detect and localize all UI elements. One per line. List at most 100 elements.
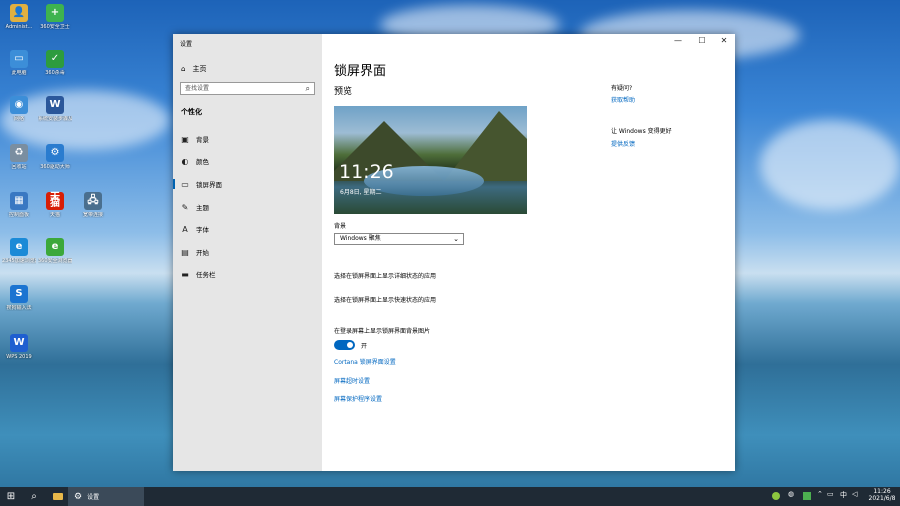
desktop-icon[interactable]: ✓ 360杀毒 [38,50,72,76]
sidebar-item-lockscreen[interactable]: ▭ 锁屏界面 [173,176,322,192]
security-tray-icon[interactable] [803,492,811,500]
background-label: 背景 [334,223,347,230]
show-bg-toggle[interactable] [334,340,355,350]
home-label: 主页 [192,65,207,73]
desktop-icon[interactable]: W 系统安装步骤及 须.docx [38,96,72,122]
start-menu-icon: ▤ [181,247,189,257]
search-input[interactable]: 查找设置 ⌕ [180,82,315,95]
background-select[interactable]: Windows 聚焦 ⌄ [334,233,464,245]
cloud [760,120,900,210]
desktop-icon-label: 控制面板 [8,212,29,218]
desktop-icon[interactable]: 🖧 宽带连接 [76,192,110,218]
app-icon: ⚙ [46,144,64,162]
get-help-link[interactable]: 获取帮助 [611,95,635,104]
taskbar-app-settings[interactable]: ⚙ 设置 [68,487,144,506]
desktop-icon-label: 2345加速浏览器 [2,258,36,264]
sidebar-home[interactable]: ⌂ 主页 [181,64,206,74]
file-explorer-icon[interactable] [48,487,68,506]
desktop-icon[interactable]: ▭ 此电脑 [2,50,36,76]
detail-status-link[interactable]: 选择在锁屏界面上显示详细状态的应用 [334,271,436,280]
taskbar: ⊞ ⌕ ⚙ 设置 ◍ ⌃ ▭ 中 ◁ 11:26 2021/6/8 [0,487,900,506]
chevron-up-icon[interactable]: ⌃ [817,490,823,498]
sidebar-item-label: 颜色 [196,158,209,166]
screen-timeout-link[interactable]: 屏幕超时设置 [334,376,370,385]
toggle-knob [347,342,353,348]
maximize-button[interactable]: ☐ [690,34,714,48]
desktop-icon[interactable]: 天猫 天猫 [38,192,72,218]
sidebar-item-themes[interactable]: ✎ 主题 [173,199,322,215]
background-value: Windows 聚焦 [340,235,381,242]
app-icon: e [10,238,28,256]
sidebar-item-fonts[interactable]: A 字体 [173,221,322,237]
minimize-button[interactable]: — [666,34,690,48]
desktop-icon[interactable]: W WPS 2019 [2,334,36,360]
desktop-icon[interactable]: ♻ 回收站 [2,144,36,170]
desktop-icon-label: 系统安装步骤及 须.docx [38,116,72,122]
picture-icon: ▣ [181,134,189,144]
desktop-icon-label: 宽带连接 [82,212,103,218]
brush-icon: ✎ [181,202,189,212]
desktop-icon-label: 天猫 [49,212,60,218]
desktop-icon[interactable]: 👤 Administ... [2,4,36,30]
search-icon: ⌕ [305,84,310,93]
sidebar-item-background[interactable]: ▣ 背景 [173,131,322,147]
quick-status-link[interactable]: 选择在锁屏界面上显示快速状态的应用 [334,295,436,304]
feedback-link[interactable]: 提供反馈 [611,139,635,148]
screensaver-link[interactable]: 屏幕保护程序设置 [334,394,382,403]
sidebar-item-label: 背景 [196,136,209,144]
preview-heading: 预览 [334,87,353,97]
sidebar-item-label: 锁屏界面 [196,181,222,189]
search-placeholder: 查找设置 [185,85,210,92]
sidebar-item-label: 字体 [196,226,209,234]
desktop-icon-label: 搜狗输入法 [6,305,32,311]
taskbar-app-label: 设置 [87,494,100,501]
search-icon[interactable]: ⌕ [24,487,44,506]
app-icon: 🖧 [84,192,102,210]
section-title: 个性化 [181,108,202,116]
sidebar-item-label: 开始 [196,249,209,257]
network-icon[interactable]: ▭ [827,490,834,498]
sidebar-item-start[interactable]: ▤ 开始 [173,244,322,260]
desktop-icon[interactable]: S 搜狗输入法 [2,285,36,311]
window-title: 设置 [180,41,193,48]
home-icon: ⌂ [181,65,186,73]
sidebar-item-colors[interactable]: ◐ 颜色 [173,153,322,169]
lockscreen-preview: 11:26 6月8日, 星期二 [334,106,527,214]
desktop-icon-label: Administ... [5,24,33,30]
improve-label: 让 Windows 变得更好 [611,128,672,135]
wechat-tray-icon[interactable]: ◍ [788,490,794,498]
desktop-icon[interactable]: ⚙ 360驱动大师 [38,144,72,170]
desktop-icon-label: 360驱动大师 [40,164,70,170]
preview-time: 11:26 [339,161,394,183]
ime-indicator[interactable]: 中 [840,490,847,500]
start-button[interactable]: ⊞ [0,487,22,506]
app-icon: ▦ [10,192,28,210]
speaker-icon[interactable]: ◁ [852,490,857,498]
app-icon: + [46,4,64,22]
desktop-icon[interactable]: e 360安全浏览器 [38,238,72,264]
font-icon: A [182,224,188,234]
preview-date: 6月8日, 星期二 [340,189,382,196]
cortana-link[interactable]: Cortana 锁屏界面设置 [334,357,396,366]
sidebar-item-label: 主题 [196,204,209,212]
desktop-icon[interactable]: e 2345加速浏览器 [2,238,36,264]
sidebar-item-label: 任务栏 [196,271,216,279]
app-icon: W [10,334,28,352]
360-tray-icon[interactable] [772,492,780,500]
clock-date: 2021/6/8 [868,495,896,502]
app-icon: 👤 [10,4,28,22]
desktop-icon[interactable]: +360安全卫士 [38,4,72,30]
sidebar-item-taskbar[interactable]: ▬ 任务栏 [173,266,322,282]
lockscreen-icon: ▭ [181,179,189,189]
close-button[interactable]: ✕ [712,34,736,48]
show-bg-label: 在登录屏幕上显示锁屏界面背景图片 [334,328,431,335]
desktop-icon-label: 回收站 [11,164,27,170]
desktop-icon-label: WPS 2019 [6,354,32,360]
desktop-icon[interactable]: ▦ 控制面板 [2,192,36,218]
app-icon: ♻ [10,144,28,162]
desktop-icon-label: 360安全浏览器 [38,258,72,264]
help-question: 有疑问? [611,85,633,92]
desktop-icon[interactable]: ◉ 网络 [2,96,36,122]
clock[interactable]: 11:26 2021/6/8 [868,488,896,502]
app-icon: S [10,285,28,303]
